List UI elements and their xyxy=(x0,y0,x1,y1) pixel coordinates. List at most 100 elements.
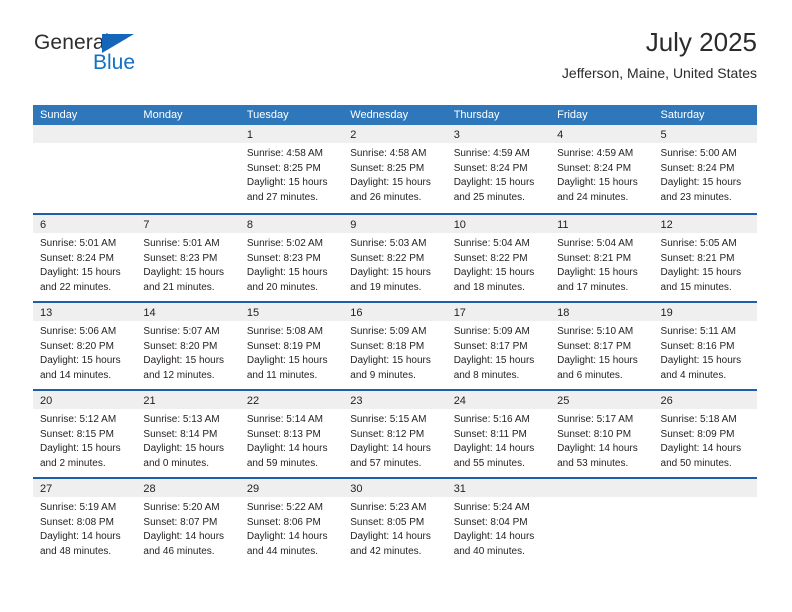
calendar-day-cell-22[interactable]: 22 Sunrise: 5:14 AM Sunset: 8:13 PM Dayligh… xyxy=(239,391,344,477)
calendar-day-cell-6[interactable]: 6 Sunrise: 5:01 AM Sunset: 8:24 PM Daylight… xyxy=(33,215,137,301)
calendar-day-cell-3[interactable]: 3 Sunrise: 4:59 AM Sunset: 8:24 PM Daylight… xyxy=(446,125,551,213)
day-detail-line: Sunset: 8:24 PM xyxy=(40,252,114,264)
day-detail-line: Daylight: 15 hours xyxy=(143,355,225,367)
day-detail-line: Daylight: 15 hours xyxy=(557,355,638,367)
calendar-day-cell-4[interactable]: 4 Sunrise: 4:59 AM Sunset: 8:24 PM Daylight… xyxy=(550,125,654,213)
day-number: 19 xyxy=(660,307,673,319)
day-number-band: 23 xyxy=(343,391,447,409)
calendar-day-cell-17[interactable]: 17 Sunrise: 5:09 AM Sunset: 8:17 PM Dayligh… xyxy=(446,303,551,389)
day-number-band: 4 xyxy=(550,125,654,143)
day-detail-line: Sunset: 8:14 PM xyxy=(143,428,218,440)
day-detail-line: Sunset: 8:13 PM xyxy=(246,428,321,440)
calendar-day-cell-2[interactable]: 2 Sunrise: 4:58 AM Sunset: 8:25 PM Daylight… xyxy=(343,125,447,213)
day-number-band: 14 xyxy=(136,303,240,321)
day-details: Sunrise: 5:05 AM Sunset: 8:21 PM Daylight:… xyxy=(654,233,757,295)
calendar-day-cell-31[interactable]: 31 Sunrise: 5:24 AM Sunset: 8:04 PM Dayligh… xyxy=(446,479,551,565)
calendar-day-cell-5[interactable]: 5 Sunrise: 5:00 AM Sunset: 8:24 PM Daylight… xyxy=(653,125,757,213)
day-detail-line: and 9 minutes. xyxy=(350,369,416,381)
day-detail-line: Daylight: 14 hours xyxy=(143,531,225,543)
calendar-day-cell-26[interactable]: 26 Sunrise: 5:18 AM Sunset: 8:09 PM Dayligh… xyxy=(653,391,757,477)
calendar-day-cell-14[interactable]: 14 Sunrise: 5:07 AM Sunset: 8:20 PM Dayligh… xyxy=(136,303,240,389)
day-number-band: 30 xyxy=(343,479,447,497)
day-detail-line: Sunrise: 4:58 AM xyxy=(246,148,323,159)
day-detail-line: Sunrise: 5:02 AM xyxy=(246,238,323,249)
calendar-day-cell-19[interactable]: 19 Sunrise: 5:11 AM Sunset: 8:16 PM Dayligh… xyxy=(653,303,757,389)
day-detail-line: Sunrise: 5:04 AM xyxy=(557,238,634,249)
day-detail-line: Daylight: 15 hours xyxy=(246,267,328,279)
day-number-band: 9 xyxy=(343,215,447,233)
day-details: Sunrise: 5:10 AM Sunset: 8:17 PM Daylight:… xyxy=(550,321,653,383)
day-detail-line: Daylight: 14 hours xyxy=(246,443,328,455)
day-detail-line: Daylight: 15 hours xyxy=(40,267,121,279)
day-detail-line: Daylight: 15 hours xyxy=(557,267,638,279)
day-number-band: 7 xyxy=(136,215,240,233)
day-detail-line: Sunset: 8:05 PM xyxy=(350,516,425,528)
calendar-day-cell-16[interactable]: 16 Sunrise: 5:09 AM Sunset: 8:18 PM Dayligh… xyxy=(343,303,447,389)
day-number: 14 xyxy=(143,307,156,319)
day-number-band: 3 xyxy=(446,125,551,143)
day-details: Sunrise: 5:04 AM Sunset: 8:22 PM Daylight:… xyxy=(447,233,550,295)
general-blue-logo[interactable]: General Blue xyxy=(34,32,204,88)
calendar-day-cell-7[interactable]: 7 Sunrise: 5:01 AM Sunset: 8:23 PM Daylight… xyxy=(136,215,240,301)
calendar-day-cell-13[interactable]: 13 Sunrise: 5:06 AM Sunset: 8:20 PM Dayligh… xyxy=(33,303,137,389)
day-detail-line: Sunset: 8:04 PM xyxy=(453,516,528,528)
calendar-day-cell-10[interactable]: 10 Sunrise: 5:04 AM Sunset: 8:22 PM Dayligh… xyxy=(446,215,551,301)
day-detail-line: Daylight: 15 hours xyxy=(350,355,431,367)
day-detail-line: and 0 minutes. xyxy=(143,457,210,469)
day-number: 28 xyxy=(143,483,156,495)
day-detail-line: Daylight: 15 hours xyxy=(350,177,431,189)
calendar-day-cell-27[interactable]: 27 Sunrise: 5:19 AM Sunset: 8:08 PM Dayligh… xyxy=(33,479,137,565)
day-detail-line: Sunset: 8:23 PM xyxy=(246,252,321,264)
day-detail-line: Sunrise: 5:13 AM xyxy=(143,414,220,425)
day-number: 20 xyxy=(40,395,53,407)
calendar-day-cell-28[interactable]: 28 Sunrise: 5:20 AM Sunset: 8:07 PM Dayligh… xyxy=(136,479,240,565)
calendar-day-cell-25[interactable]: 25 Sunrise: 5:17 AM Sunset: 8:10 PM Dayligh… xyxy=(550,391,654,477)
day-details: Sunrise: 4:59 AM Sunset: 8:24 PM Daylight:… xyxy=(550,143,653,205)
day-detail-line: Sunset: 8:12 PM xyxy=(350,428,425,440)
calendar-day-cell-1[interactable]: 1 Sunrise: 4:58 AM Sunset: 8:25 PM Daylight… xyxy=(239,125,344,213)
day-number: 2 xyxy=(350,129,357,141)
day-detail-line: and 25 minutes. xyxy=(453,191,525,203)
day-number: 13 xyxy=(40,307,53,319)
calendar-day-cell-9[interactable]: 9 Sunrise: 5:03 AM Sunset: 8:22 PM Daylight… xyxy=(343,215,447,301)
day-detail-line: and 42 minutes. xyxy=(350,545,422,557)
weekday-header-friday: Friday xyxy=(557,109,588,121)
calendar-day-cell-23[interactable]: 23 Sunrise: 5:15 AM Sunset: 8:12 PM Dayligh… xyxy=(343,391,447,477)
day-number-band: 22 xyxy=(239,391,344,409)
calendar-day-cell-11[interactable]: 11 Sunrise: 5:04 AM Sunset: 8:21 PM Dayligh… xyxy=(550,215,654,301)
calendar-day-cell-18[interactable]: 18 Sunrise: 5:10 AM Sunset: 8:17 PM Dayligh… xyxy=(550,303,654,389)
day-details: Sunrise: 5:09 AM Sunset: 8:18 PM Daylight:… xyxy=(343,321,446,383)
day-details: Sunrise: 4:59 AM Sunset: 8:24 PM Daylight:… xyxy=(447,143,550,205)
day-detail-line: and 24 minutes. xyxy=(557,191,629,203)
calendar-day-cell-20[interactable]: 20 Sunrise: 5:12 AM Sunset: 8:15 PM Dayligh… xyxy=(33,391,137,477)
calendar-day-cell-29[interactable]: 29 Sunrise: 5:22 AM Sunset: 8:06 PM Dayligh… xyxy=(239,479,344,565)
calendar-day-cell-15[interactable]: 15 Sunrise: 5:08 AM Sunset: 8:19 PM Dayligh… xyxy=(239,303,344,389)
calendar-day-cell-8[interactable]: 8 Sunrise: 5:02 AM Sunset: 8:23 PM Daylight… xyxy=(239,215,344,301)
page-header: General Blue July 2025 Jefferson, Maine,… xyxy=(34,28,757,98)
day-details: Sunrise: 5:17 AM Sunset: 8:10 PM Daylight:… xyxy=(550,409,653,471)
day-detail-line: Sunrise: 5:18 AM xyxy=(660,414,737,425)
day-detail-line: Sunset: 8:20 PM xyxy=(40,340,114,352)
day-number-band: 16 xyxy=(343,303,447,321)
day-detail-line: Daylight: 15 hours xyxy=(660,177,742,189)
calendar-day-cell-21[interactable]: 21 Sunrise: 5:13 AM Sunset: 8:14 PM Dayligh… xyxy=(136,391,240,477)
day-detail-line: Sunrise: 5:04 AM xyxy=(453,238,530,249)
day-details: Sunrise: 5:01 AM Sunset: 8:24 PM Daylight:… xyxy=(33,233,136,295)
day-detail-line: Sunrise: 5:23 AM xyxy=(350,502,427,513)
weekday-header-tuesday: Tuesday xyxy=(246,109,289,121)
calendar-day-cell-24[interactable]: 24 Sunrise: 5:16 AM Sunset: 8:11 PM Dayligh… xyxy=(446,391,551,477)
weekday-header-monday: Monday xyxy=(143,109,183,121)
day-number: 27 xyxy=(40,483,53,495)
day-detail-line: Daylight: 14 hours xyxy=(453,443,535,455)
day-detail-line: Sunrise: 5:05 AM xyxy=(660,238,737,249)
day-detail-line: Sunrise: 5:19 AM xyxy=(40,502,117,513)
calendar-day-cell-30[interactable]: 30 Sunrise: 5:23 AM Sunset: 8:05 PM Dayligh… xyxy=(343,479,447,565)
day-detail-line: and 21 minutes. xyxy=(143,281,215,293)
day-detail-line: Sunset: 8:07 PM xyxy=(143,516,218,528)
calendar-week-row: 1 Sunrise: 4:58 AM Sunset: 8:25 PM Daylight… xyxy=(33,125,757,213)
day-number: 22 xyxy=(246,395,260,407)
day-detail-line: Daylight: 14 hours xyxy=(453,531,535,543)
day-detail-line: and 20 minutes. xyxy=(246,281,319,293)
calendar-day-cell-12[interactable]: 12 Sunrise: 5:05 AM Sunset: 8:21 PM Dayligh… xyxy=(653,215,757,301)
day-detail-line: Daylight: 14 hours xyxy=(350,443,431,455)
